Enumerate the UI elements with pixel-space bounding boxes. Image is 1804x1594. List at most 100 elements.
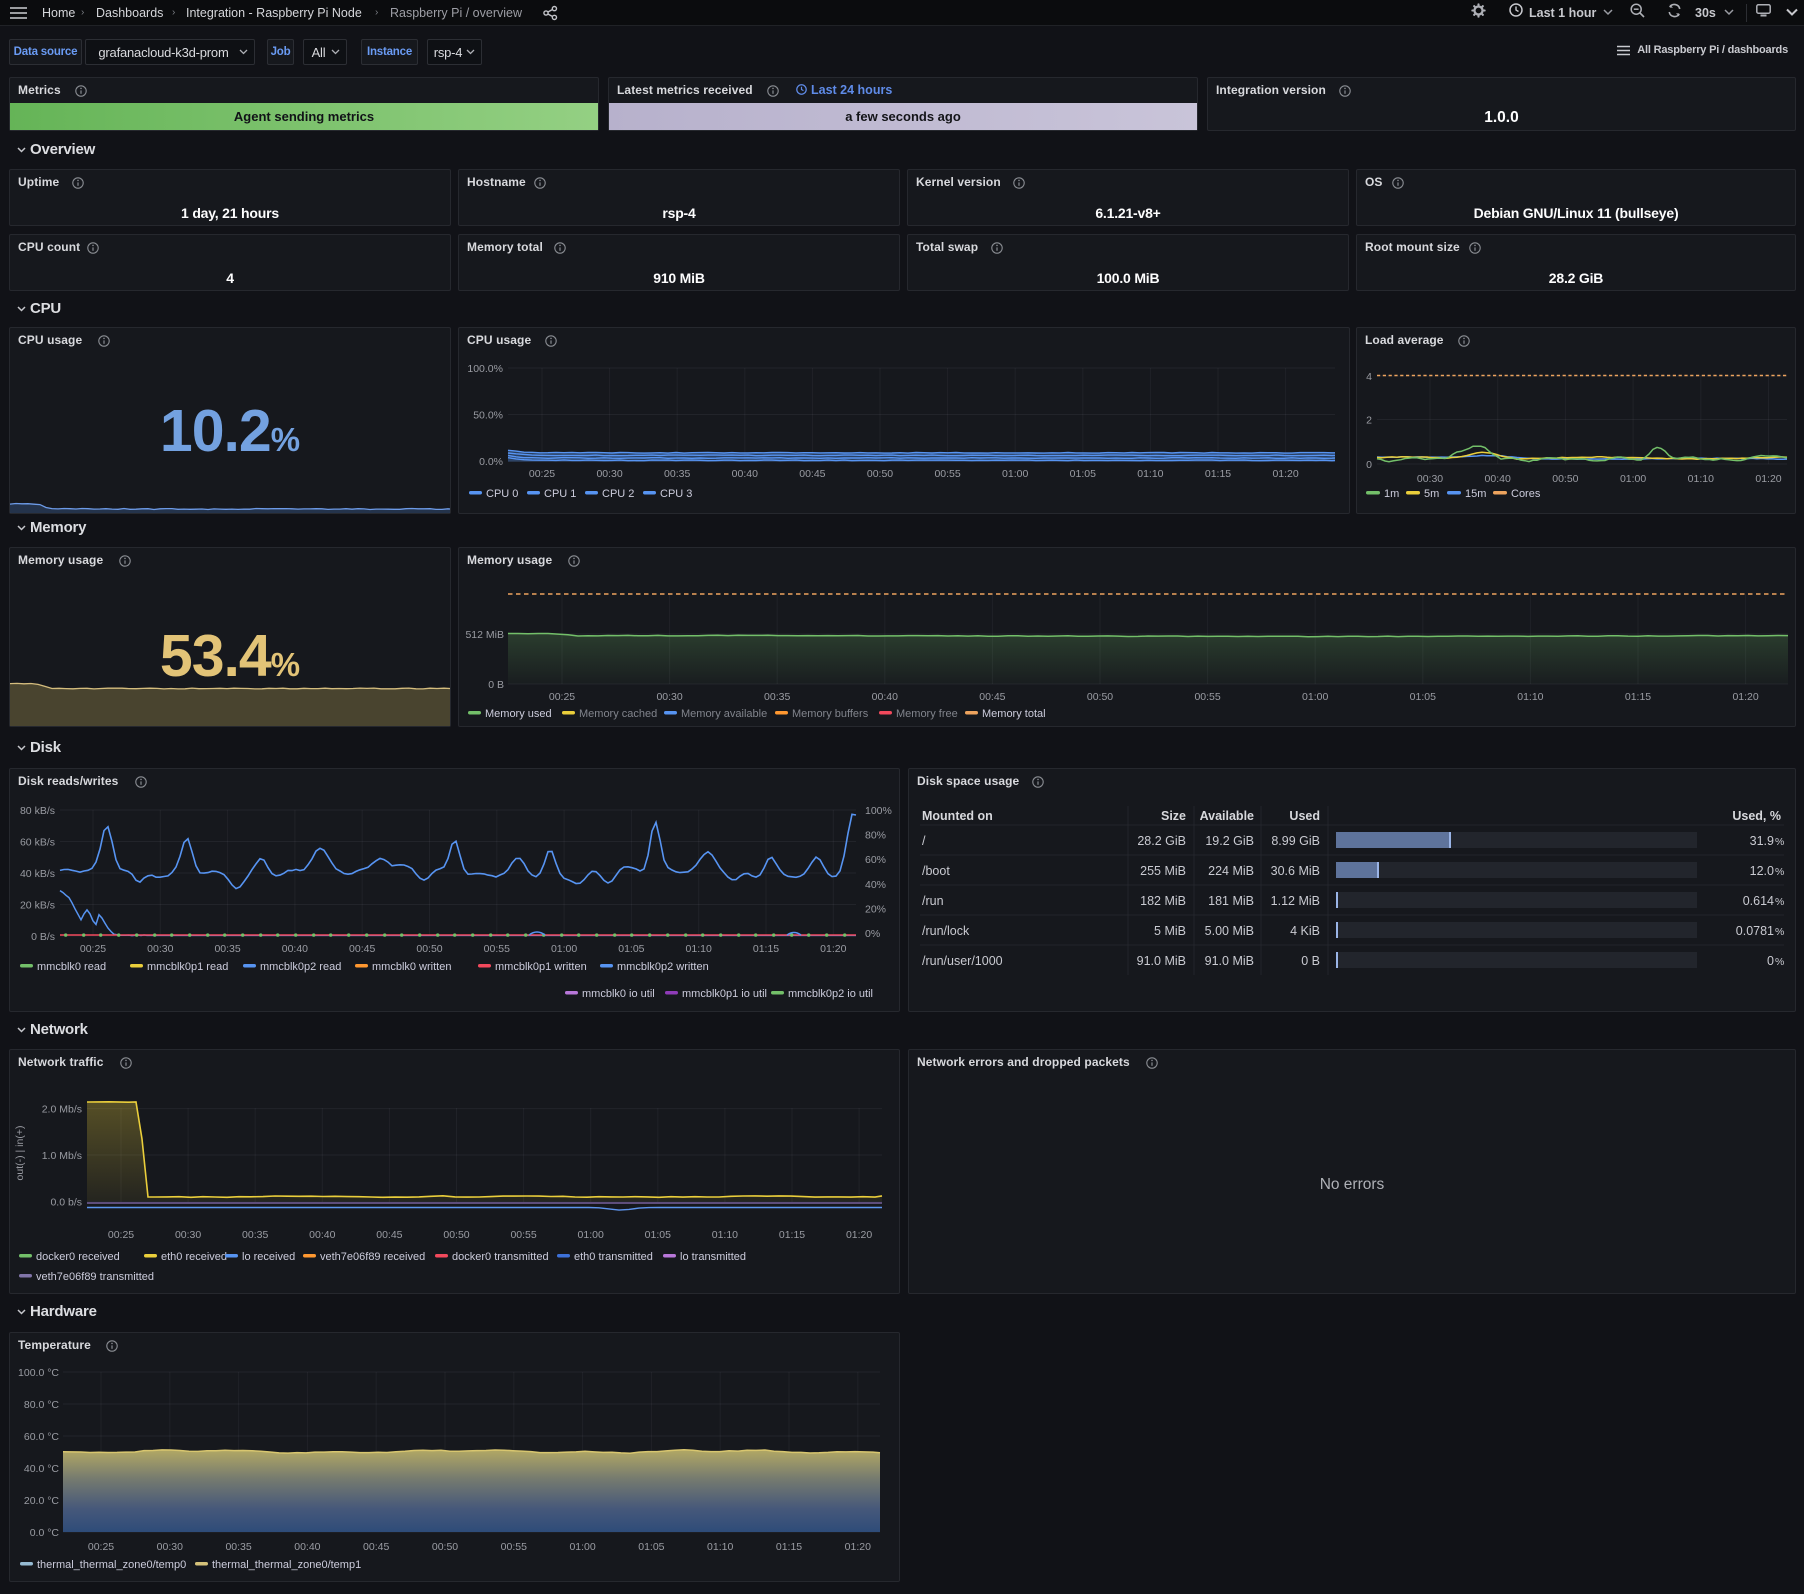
svg-text:Mounted on: Mounted on [922, 809, 993, 823]
svg-text:01:20: 01:20 [845, 1541, 871, 1553]
svg-text:0 B: 0 B [488, 679, 504, 691]
svg-text:01:00: 01:00 [1002, 468, 1028, 480]
svg-text:40 kB/s: 40 kB/s [20, 868, 55, 880]
svg-text:01:15: 01:15 [779, 1229, 805, 1241]
svg-text:1.0 Mb/s: 1.0 Mb/s [42, 1150, 82, 1162]
svg-text:00:50: 00:50 [867, 468, 893, 480]
svg-text:%: % [1775, 926, 1784, 938]
svg-text:181 MiB: 181 MiB [1208, 894, 1254, 908]
svg-text:/boot: /boot [922, 864, 950, 878]
svg-text:00:50: 00:50 [432, 1541, 458, 1553]
svg-text:5.00 MiB: 5.00 MiB [1205, 924, 1254, 938]
svg-text:01:00: 01:00 [551, 943, 577, 955]
svg-text:01:10: 01:10 [712, 1229, 738, 1241]
svg-text:0.0 °C: 0.0 °C [30, 1527, 60, 1539]
svg-text:20%: 20% [865, 903, 886, 915]
svg-text:CPU 3: CPU 3 [660, 488, 692, 500]
svg-text:01:20: 01:20 [1272, 468, 1298, 480]
svg-text:0.0781: 0.0781 [1736, 924, 1774, 938]
svg-text:00:40: 00:40 [732, 468, 758, 480]
svg-text:01:00: 01:00 [569, 1541, 595, 1553]
svg-text:30.6 MiB: 30.6 MiB [1271, 864, 1320, 878]
svg-text:01:15: 01:15 [1625, 691, 1651, 703]
svg-text:01:05: 01:05 [638, 1541, 664, 1553]
svg-text:mmcblk0p2 written: mmcblk0p2 written [617, 961, 709, 973]
svg-text:100.0 °C: 100.0 °C [18, 1367, 59, 1379]
svg-text:91.0 MiB: 91.0 MiB [1137, 954, 1186, 968]
svg-text:Used, %: Used, % [1732, 809, 1781, 823]
svg-text:Memory available: Memory available [681, 708, 767, 720]
svg-text:mmcblk0p2 io util: mmcblk0p2 io util [788, 988, 873, 1000]
svg-text:Memory free: Memory free [896, 708, 958, 720]
svg-text:01:00: 01:00 [1302, 691, 1328, 703]
svg-text:01:05: 01:05 [645, 1229, 671, 1241]
svg-text:4: 4 [1366, 371, 1372, 383]
svg-text:mmcblk0p1 io util: mmcblk0p1 io util [682, 988, 767, 1000]
svg-text:CPU 2: CPU 2 [602, 488, 634, 500]
svg-text:12.0: 12.0 [1750, 864, 1774, 878]
svg-text:01:00: 01:00 [578, 1229, 604, 1241]
svg-text:0: 0 [1366, 459, 1372, 471]
svg-text:00:40: 00:40 [282, 943, 308, 955]
svg-text:01:20: 01:20 [1732, 691, 1758, 703]
svg-text:mmcblk0p1 written: mmcblk0p1 written [495, 961, 587, 973]
svg-text:mmcblk0 written: mmcblk0 written [372, 961, 451, 973]
svg-text:/: / [922, 834, 926, 848]
svg-text:00:25: 00:25 [108, 1229, 134, 1241]
svg-text:00:45: 00:45 [349, 943, 375, 955]
svg-text:00:50: 00:50 [416, 943, 442, 955]
svg-text:0.0 b/s: 0.0 b/s [50, 1196, 82, 1208]
svg-text:00:40: 00:40 [309, 1229, 335, 1241]
svg-text:5m: 5m [1424, 488, 1439, 500]
svg-text:00:35: 00:35 [764, 691, 790, 703]
svg-text:00:30: 00:30 [596, 468, 622, 480]
svg-text:0%: 0% [865, 928, 880, 940]
svg-text:thermal_thermal_zone0/temp1: thermal_thermal_zone0/temp1 [212, 1559, 361, 1571]
svg-text:01:10: 01:10 [686, 943, 712, 955]
svg-text:01:15: 01:15 [776, 1541, 802, 1553]
svg-text:00:55: 00:55 [501, 1541, 527, 1553]
svg-text:mmcblk0p2 read: mmcblk0p2 read [260, 961, 341, 973]
svg-text:00:45: 00:45 [363, 1541, 389, 1553]
svg-text:%: % [1775, 956, 1784, 968]
svg-text:100.0%: 100.0% [467, 363, 503, 375]
svg-text:01:05: 01:05 [1070, 468, 1096, 480]
svg-text:00:25: 00:25 [88, 1541, 114, 1553]
svg-text:01:10: 01:10 [707, 1541, 733, 1553]
svg-text:Memory total: Memory total [982, 708, 1046, 720]
svg-text:512 MiB: 512 MiB [465, 629, 504, 641]
svg-text:01:20: 01:20 [1755, 473, 1781, 485]
svg-text:80 kB/s: 80 kB/s [20, 805, 55, 817]
svg-text:docker0 received: docker0 received [36, 1251, 120, 1263]
svg-text:100%: 100% [865, 805, 892, 817]
svg-text:2: 2 [1366, 415, 1372, 427]
svg-text:31.9: 31.9 [1750, 834, 1774, 848]
svg-text:00:30: 00:30 [157, 1541, 183, 1553]
svg-text:0.614: 0.614 [1743, 894, 1774, 908]
svg-text:60 kB/s: 60 kB/s [20, 837, 55, 849]
svg-text:mmcblk0p1 read: mmcblk0p1 read [147, 961, 228, 973]
svg-text:Used: Used [1289, 809, 1320, 823]
svg-text:00:50: 00:50 [1552, 473, 1578, 485]
svg-text:00:45: 00:45 [376, 1229, 402, 1241]
svg-text:0: 0 [1767, 954, 1774, 968]
svg-text:lo transmitted: lo transmitted [680, 1251, 746, 1263]
svg-text:CPU 1: CPU 1 [544, 488, 576, 500]
svg-text:80.0 °C: 80.0 °C [24, 1399, 60, 1411]
svg-text:01:10: 01:10 [1517, 691, 1543, 703]
svg-text:00:55: 00:55 [510, 1229, 536, 1241]
svg-text:1m: 1m [1384, 488, 1399, 500]
svg-text:Memory cached: Memory cached [579, 708, 657, 720]
svg-text:4 KiB: 4 KiB [1290, 924, 1320, 938]
svg-text:40%: 40% [865, 879, 886, 891]
svg-text:60%: 60% [865, 854, 886, 866]
svg-text:00:30: 00:30 [147, 943, 173, 955]
svg-text:mmcblk0 io util: mmcblk0 io util [582, 988, 655, 1000]
svg-text:0 B/s: 0 B/s [31, 931, 55, 943]
svg-text:19.2 GiB: 19.2 GiB [1205, 834, 1254, 848]
svg-text:veth7e06f89 received: veth7e06f89 received [320, 1251, 425, 1263]
svg-text:/run: /run [922, 894, 944, 908]
svg-text:00:40: 00:40 [294, 1541, 320, 1553]
svg-text:00:40: 00:40 [872, 691, 898, 703]
svg-text:2.0 Mb/s: 2.0 Mb/s [42, 1104, 82, 1116]
